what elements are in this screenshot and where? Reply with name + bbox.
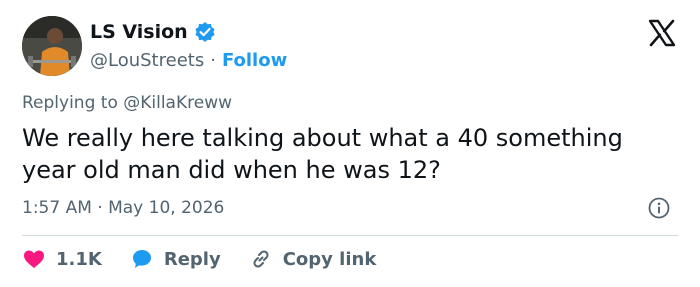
avatar-photo <box>22 16 82 76</box>
like-count: 1.1K <box>56 248 102 270</box>
replying-to-context[interactable]: Replying to @KillaKreww <box>22 93 232 113</box>
follow-button[interactable]: Follow <box>222 50 287 71</box>
divider <box>22 235 678 236</box>
tweet-timestamp[interactable]: 1:57 AM · May 10, 2026 <box>22 198 224 218</box>
like-button[interactable]: 1.1K <box>22 247 102 271</box>
reply-button[interactable]: Reply <box>130 247 221 271</box>
tweet-text: We really here talking about what a 40 s… <box>22 124 623 184</box>
author-handle[interactable]: @LouStreets <box>90 50 204 71</box>
handle-separator: · <box>210 50 216 71</box>
author-display-name[interactable]: LS Vision <box>90 21 188 43</box>
x-logo-icon[interactable] <box>647 18 677 48</box>
action-bar: 1.1K Reply Copy link <box>22 247 404 271</box>
link-icon <box>253 250 269 268</box>
heart-icon <box>24 250 44 268</box>
author-handle-row: @LouStreets · Follow <box>90 50 287 71</box>
reply-label: Reply <box>163 248 221 270</box>
copy-link-label: Copy link <box>282 248 377 270</box>
author-name-row: LS Vision <box>90 21 216 43</box>
copy-link-button[interactable]: Copy link <box>249 247 377 271</box>
info-icon[interactable] <box>648 197 670 219</box>
avatar[interactable] <box>22 16 82 76</box>
verified-badge-icon <box>194 21 216 43</box>
speech-bubble-icon <box>132 250 151 268</box>
